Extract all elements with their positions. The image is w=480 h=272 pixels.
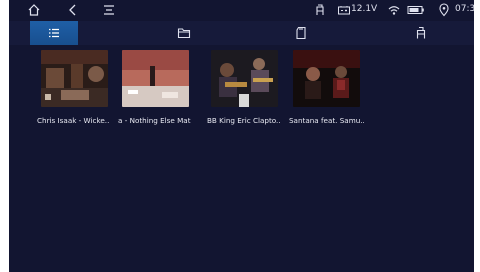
- source-tab-bar: [9, 21, 474, 45]
- tab-usb[interactable]: [397, 21, 445, 45]
- status-bar: 12.1V 07:35: [9, 0, 474, 20]
- tab-folder[interactable]: [160, 21, 208, 45]
- video-thumbnail: [41, 50, 108, 107]
- battery-voltage-icon: [337, 3, 351, 17]
- wifi-icon: [387, 3, 401, 17]
- location-icon: [437, 3, 451, 17]
- video-title: Chris Isaak - Wicke..: [37, 116, 110, 125]
- usb-status-icon: [313, 3, 327, 17]
- back-icon[interactable]: [66, 3, 80, 17]
- video-title: a - Nothing Else Mat: [118, 116, 191, 125]
- screen: 12.1V 07:35: [9, 0, 474, 272]
- video-item-nothing-else-matters[interactable]: a - Nothing Else Mat: [118, 50, 206, 130]
- tab-sd-card[interactable]: [277, 21, 325, 45]
- video-thumbnail: [293, 50, 360, 107]
- video-thumbnail: [211, 50, 278, 107]
- video-item-chris-isaak[interactable]: Chris Isaak - Wicke..: [37, 50, 125, 130]
- usb-icon: [416, 26, 426, 39]
- home-icon[interactable]: [27, 3, 41, 17]
- video-title: BB King Eric Clapto..: [207, 116, 281, 125]
- voltage-text: 12.1V: [351, 4, 378, 14]
- video-title: Santana feat. Samu..: [289, 116, 365, 125]
- battery-icon: [407, 3, 425, 17]
- tab-list[interactable]: [30, 21, 78, 45]
- folder-icon: [177, 28, 191, 39]
- video-item-santana[interactable]: Santana feat. Samu..: [289, 50, 377, 130]
- sd-card-icon: [296, 26, 306, 40]
- menu-icon[interactable]: [102, 3, 116, 17]
- list-icon: [49, 28, 59, 38]
- video-thumbnail: [122, 50, 189, 107]
- video-item-bb-king[interactable]: BB King Eric Clapto..: [207, 50, 295, 130]
- clock-text: 07:35: [455, 4, 474, 14]
